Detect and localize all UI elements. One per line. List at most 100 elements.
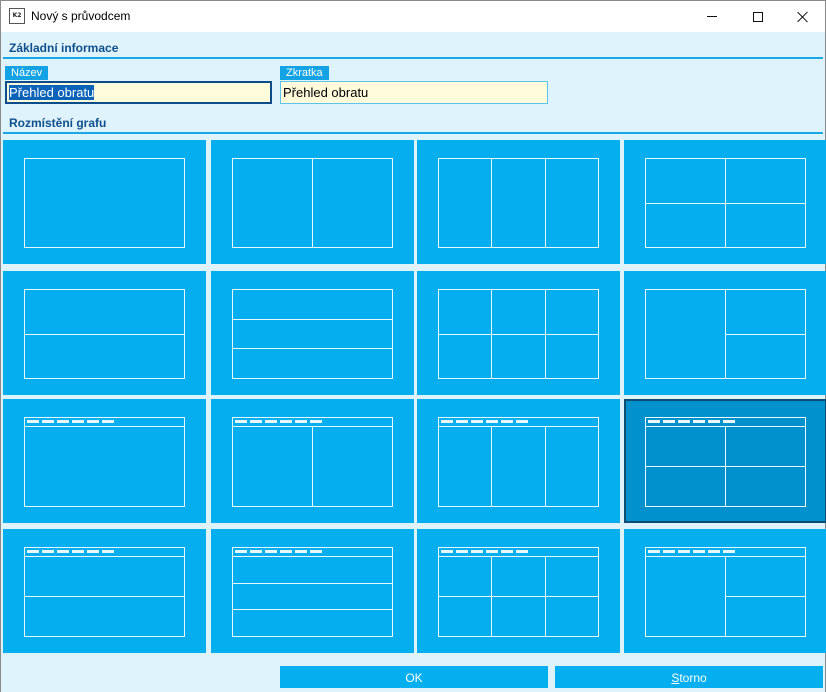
toolbar-tab-icon: [516, 420, 528, 423]
toolbar-tab-icon: [250, 550, 262, 553]
layout-option-two-columns[interactable]: [211, 140, 414, 264]
toolbar-tab-icon: [310, 550, 322, 553]
name-label: Název: [5, 66, 49, 80]
toolbar-tab-icon: [693, 550, 705, 553]
section-title-chart-layout: Rozmístění grafu: [9, 116, 107, 130]
layout-option-toolbar-three-columns[interactable]: [417, 399, 620, 523]
name-input[interactable]: Přehled obratu: [5, 81, 272, 104]
layout-option-single[interactable]: [3, 140, 206, 264]
cancel-button[interactable]: Storno: [554, 665, 824, 689]
layout-preview-icon: [24, 547, 185, 637]
layout-preview-icon: [438, 158, 599, 248]
toolbar-tab-icon: [42, 550, 54, 553]
layout-option-three-columns[interactable]: [417, 140, 620, 264]
toolbar-tab-icon: [456, 420, 468, 423]
toolbar-tab-icon: [678, 420, 690, 423]
layout-option-two-rows[interactable]: [3, 271, 206, 395]
layout-frame: [24, 158, 185, 248]
toolbar-tab-icon: [708, 550, 720, 553]
name-input-value: Přehled obratu: [9, 85, 95, 100]
toolbar-tab-icon: [87, 550, 99, 553]
toolbar-tab-icon: [648, 420, 660, 423]
toolbar-tab-icon: [648, 550, 660, 553]
layout-preview-icon: [24, 417, 185, 507]
layout-option-toolbar-single[interactable]: [3, 399, 206, 523]
toolbar-tab-icon: [693, 420, 705, 423]
ok-button[interactable]: OK: [279, 665, 549, 689]
layout-option-toolbar-two-columns[interactable]: [211, 399, 414, 523]
toolbar-tab-icon: [27, 420, 39, 423]
toolbar-tab-icon: [57, 550, 69, 553]
dialog-window: K2 Nový s průvodcem Základní informace N…: [0, 0, 826, 692]
layout-option-toolbar-two-rows[interactable]: [3, 529, 206, 653]
app-icon: K2: [9, 8, 25, 24]
layout-frame: [232, 547, 393, 637]
toolbar-tab-icon: [486, 550, 498, 553]
toolbar-tab-icon: [441, 420, 453, 423]
toolbar-tab-icon: [250, 420, 262, 423]
minimize-icon: [707, 16, 717, 17]
layout-frame: [24, 417, 185, 507]
layout-preview-icon: [24, 289, 185, 379]
toolbar-tab-icon: [265, 550, 277, 553]
toolbar-tab-icon: [441, 550, 453, 553]
layout-preview-icon: [232, 547, 393, 637]
layout-option-six-cells[interactable]: [417, 271, 620, 395]
layout-option-three-rows[interactable]: [211, 271, 414, 395]
close-button[interactable]: [780, 1, 826, 32]
layout-preview-icon: [645, 158, 806, 248]
toolbar-tab-icon: [501, 550, 513, 553]
toolbar-tab-icon: [501, 420, 513, 423]
layout-option-four-quadrants[interactable]: [624, 140, 826, 264]
layout-preview-icon: [232, 158, 393, 248]
toolbar-tab-icon: [87, 420, 99, 423]
layout-preview-icon: [232, 417, 393, 507]
toolbar-tab-icon: [663, 420, 675, 423]
toolbar-tab-icon: [102, 550, 114, 553]
layout-preview-icon: [645, 289, 806, 379]
minimize-button[interactable]: [689, 1, 735, 32]
layout-preview-icon: [645, 547, 806, 637]
toolbar-tab-icon: [723, 550, 735, 553]
layout-frame: [24, 547, 185, 637]
layout-option-left-plus-two-right[interactable]: [624, 271, 826, 395]
abbreviation-label: Zkratka: [280, 66, 329, 80]
toolbar-tab-icon: [280, 550, 292, 553]
dialog-content: Základní informace Název Přehled obratu …: [1, 32, 826, 692]
toolbar-tab-icon: [102, 420, 114, 423]
toolbar-tab-icon: [678, 550, 690, 553]
toolbar-tab-icon: [516, 550, 528, 553]
layout-frame: [232, 289, 393, 379]
toolbar-tab-icon: [723, 420, 735, 423]
layout-option-toolbar-three-rows[interactable]: [211, 529, 414, 653]
layout-preview-icon: [24, 158, 185, 248]
toolbar-tab-icon: [42, 420, 54, 423]
toolbar-tab-icon: [310, 420, 322, 423]
layout-preview-icon: [438, 289, 599, 379]
toolbar-tab-icon: [235, 550, 247, 553]
close-icon: [797, 11, 809, 23]
toolbar-tab-icon: [265, 420, 277, 423]
layout-preview-icon: [232, 289, 393, 379]
toolbar-tab-icon: [471, 420, 483, 423]
title-bar[interactable]: K2 Nový s průvodcem: [1, 1, 825, 32]
toolbar-tab-icon: [27, 550, 39, 553]
toolbar-tab-icon: [295, 550, 307, 553]
window-title: Nový s průvodcem: [31, 9, 131, 23]
toolbar-tab-icon: [708, 420, 720, 423]
section-divider: [3, 57, 823, 59]
layout-option-toolbar-six-cells[interactable]: [417, 529, 620, 653]
toolbar-tab-icon: [72, 550, 84, 553]
maximize-button[interactable]: [735, 1, 781, 32]
section-title-basic-info: Základní informace: [9, 41, 119, 55]
abbreviation-input[interactable]: Přehled obratu: [280, 81, 548, 104]
layout-frame: [438, 158, 599, 248]
layout-option-toolbar-left-plus-two-right[interactable]: [624, 529, 826, 653]
layout-preview-icon: [645, 417, 806, 507]
toolbar-tab-icon: [295, 420, 307, 423]
layout-grid: [3, 140, 826, 656]
layout-frame: [438, 547, 599, 637]
toolbar-tab-icon: [235, 420, 247, 423]
layout-option-toolbar-four-quadrants[interactable]: [624, 399, 826, 523]
toolbar-tab-icon: [456, 550, 468, 553]
